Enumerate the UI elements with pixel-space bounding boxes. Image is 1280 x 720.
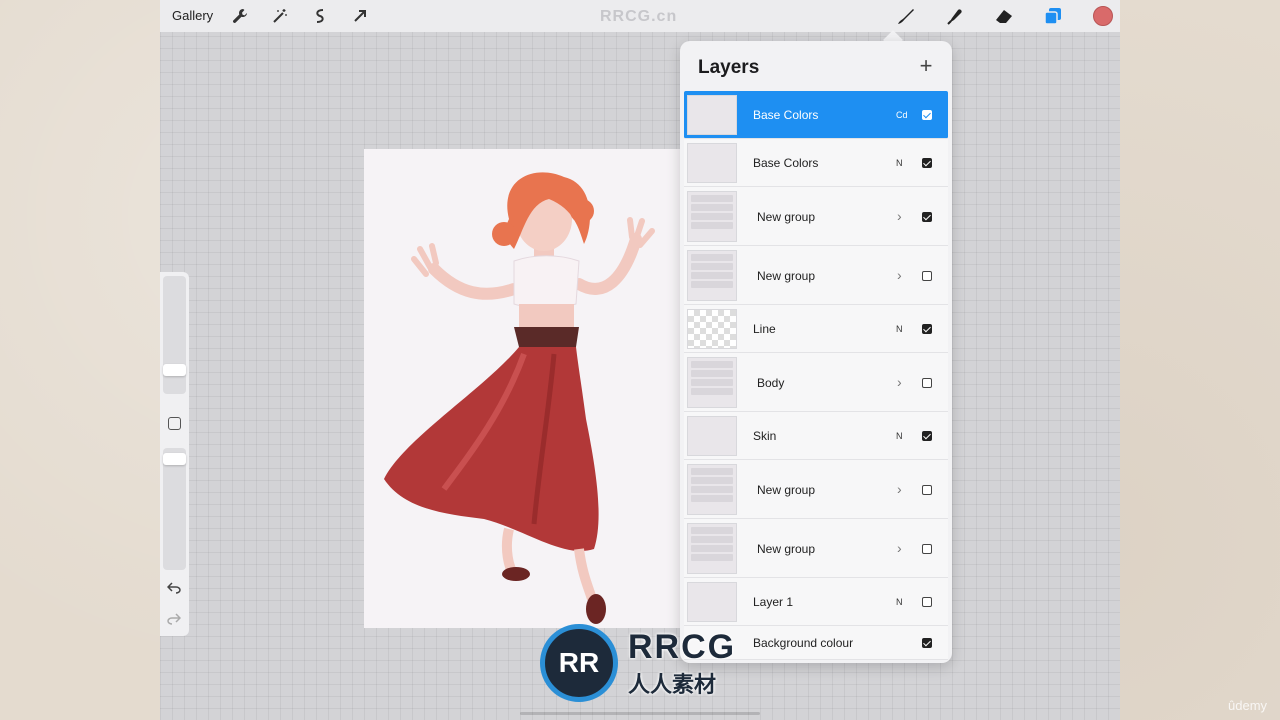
visibility-checkbox[interactable] [922, 158, 932, 168]
group-chevron-icon[interactable]: › [897, 267, 902, 283]
layers-panel: Layers + Base Colors Cd Base Colors N New gr… [680, 41, 952, 663]
visibility-checkbox[interactable] [922, 270, 932, 281]
group-chevron-icon[interactable]: › [897, 540, 902, 556]
brush-icon[interactable] [896, 6, 916, 26]
brush-size-slider[interactable] [163, 276, 186, 394]
visibility-checkbox[interactable] [922, 110, 932, 120]
group-chevron-icon[interactable]: › [897, 481, 902, 497]
home-indicator [520, 712, 760, 715]
group-thumbnail[interactable] [687, 191, 737, 242]
brush-size-knob[interactable] [163, 364, 186, 376]
logo-circle: RR [540, 624, 618, 702]
layer-thumbnail[interactable] [687, 582, 737, 622]
layer-row[interactable]: Skin N [684, 412, 948, 460]
blend-mode-label[interactable]: N [896, 431, 903, 441]
group-chevron-icon[interactable]: › [897, 208, 902, 224]
layer-name: Base Colors [753, 156, 819, 170]
color-swatch[interactable] [1093, 6, 1113, 26]
logo-text-cn: 人人素材 [628, 671, 717, 697]
layers-title: Layers [698, 57, 760, 78]
visibility-checkbox[interactable] [922, 484, 932, 495]
side-toolbar [160, 272, 189, 636]
transform-arrow-icon[interactable] [350, 6, 370, 26]
opacity-slider[interactable] [163, 448, 186, 570]
watermark-text: RRCG.cn [600, 8, 678, 25]
visibility-checkbox[interactable] [922, 431, 932, 441]
visibility-checkbox[interactable] [922, 211, 932, 222]
layer-name: Background colour [753, 636, 854, 650]
layer-row[interactable]: New group › [684, 519, 948, 578]
layer-thumbnail[interactable] [687, 309, 737, 349]
blend-mode-label[interactable]: N [896, 597, 903, 607]
add-layer-icon[interactable]: + [914, 55, 938, 79]
udemy-watermark: ûdemy [1228, 698, 1268, 713]
visibility-checkbox[interactable] [922, 324, 932, 334]
layer-name: Skin [753, 429, 777, 443]
redo-icon[interactable] [167, 612, 182, 630]
visibility-checkbox[interactable] [922, 543, 932, 554]
group-thumbnail[interactable] [687, 357, 737, 408]
rrcg-logo-watermark: RR RRCG 人人素材 [540, 624, 736, 702]
visibility-checkbox[interactable] [922, 377, 932, 388]
layer-row[interactable]: Body › [684, 353, 948, 412]
top-toolbar: Gallery RRCG.cn [160, 0, 1120, 32]
group-thumbnail[interactable] [687, 464, 737, 515]
layer-row[interactable]: Base Colors N [684, 139, 948, 187]
visibility-checkbox[interactable] [922, 638, 932, 648]
smudge-icon[interactable] [945, 6, 965, 26]
layer-name: New group [757, 541, 816, 556]
layer-thumbnail[interactable] [687, 143, 737, 183]
layer-row[interactable]: Line N [684, 305, 948, 353]
layer-name: New group [757, 209, 816, 224]
group-chevron-icon[interactable]: › [897, 374, 902, 390]
layer-name: New group [757, 268, 816, 283]
selection-icon[interactable] [310, 6, 330, 26]
eraser-icon[interactable] [994, 6, 1014, 26]
visibility-checkbox[interactable] [922, 597, 932, 607]
magic-wand-icon[interactable] [270, 6, 290, 26]
layer-row[interactable]: Base Colors Cd [684, 91, 948, 139]
group-thumbnail[interactable] [687, 523, 737, 574]
layer-row[interactable]: New group › [684, 460, 948, 519]
layer-name: Body [757, 375, 785, 390]
layer-name: Line [753, 322, 776, 336]
layer-row[interactable]: New group › [684, 246, 948, 305]
layer-row[interactable]: Layer 1 N [684, 578, 948, 626]
modify-button[interactable] [168, 417, 181, 430]
logo-text-en: RRCG [628, 627, 737, 666]
layer-thumbnail[interactable] [687, 416, 737, 456]
blend-mode-label[interactable]: N [896, 158, 903, 168]
blend-mode-label[interactable]: N [896, 324, 903, 334]
procreate-app: Gallery RRCG.cn [160, 0, 1120, 720]
layers-icon[interactable] [1043, 6, 1063, 26]
undo-icon[interactable] [166, 581, 181, 599]
layer-thumbnail[interactable] [687, 95, 737, 135]
layer-name: Layer 1 [753, 595, 794, 609]
blend-mode-label[interactable]: Cd [896, 110, 908, 120]
opacity-knob[interactable] [163, 453, 186, 465]
group-thumbnail[interactable] [687, 250, 737, 301]
gallery-button[interactable]: Gallery [172, 8, 213, 23]
layer-row[interactable]: New group › [684, 187, 948, 246]
layer-name: New group [757, 482, 816, 497]
wrench-icon[interactable] [230, 6, 250, 26]
layer-name: Base Colors [753, 108, 819, 122]
